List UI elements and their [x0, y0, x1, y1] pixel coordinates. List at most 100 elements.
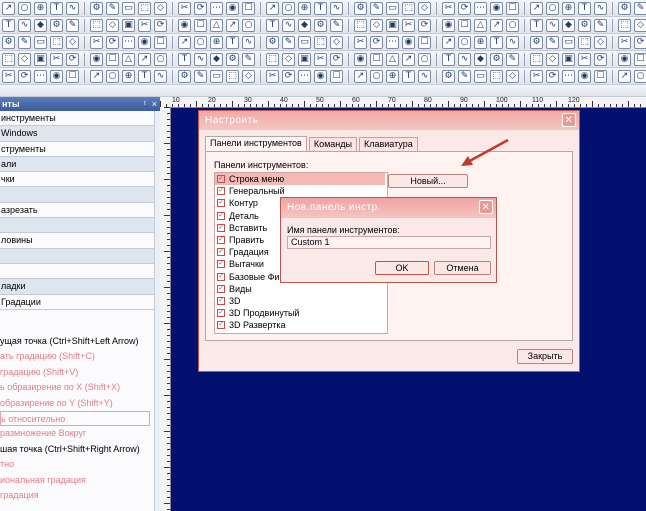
bucket-icon[interactable]: ◉: [226, 1, 239, 15]
checkbox-icon[interactable]: ✓: [217, 272, 225, 281]
window-icon[interactable]: ◆: [210, 52, 223, 66]
grid-icon[interactable]: ⟳: [418, 18, 431, 32]
export-icon[interactable]: ✂: [618, 35, 631, 49]
cross-icon[interactable]: ⬚: [530, 52, 543, 66]
wave-icon[interactable]: ▭: [210, 69, 223, 83]
window-icon[interactable]: ◉: [618, 52, 631, 66]
tab-toolbars[interactable]: Панели инструментов: [205, 136, 307, 152]
table-icon[interactable]: ◇: [18, 52, 31, 66]
circle-icon[interactable]: ⊕: [298, 1, 311, 15]
grid-icon[interactable]: ✎: [330, 18, 343, 32]
cross-icon[interactable]: ⟳: [66, 52, 79, 66]
shape-icon[interactable]: ◆: [562, 18, 575, 32]
link-icon[interactable]: ◇: [242, 69, 255, 83]
cross-icon[interactable]: △: [122, 52, 135, 66]
table-icon[interactable]: ↗: [138, 52, 151, 66]
layers-icon[interactable]: ⚙: [530, 35, 543, 49]
circle-icon[interactable]: ⊕: [34, 1, 47, 15]
grid-icon[interactable]: ○: [194, 35, 207, 49]
grid-icon[interactable]: T: [490, 35, 503, 49]
command-item[interactable]: ать градацию (Shift+C): [0, 349, 160, 364]
arrow-icon[interactable]: ◇: [154, 1, 167, 15]
grid-icon[interactable]: ⋯: [122, 35, 135, 49]
frame-icon[interactable]: ∿: [458, 52, 471, 66]
cross-icon[interactable]: ◆: [474, 52, 487, 66]
layers-icon[interactable]: ∿: [242, 35, 255, 49]
checkbox-icon[interactable]: ✓: [217, 284, 225, 293]
category-item[interactable]: Windows: [0, 126, 160, 142]
grid-icon[interactable]: ⚙: [266, 35, 279, 49]
globe-icon[interactable]: ◉: [314, 69, 327, 83]
arrow-icon[interactable]: ○: [546, 1, 559, 15]
pencil-icon[interactable]: ✂: [402, 18, 415, 32]
grid-icon[interactable]: ▭: [562, 35, 575, 49]
window-icon[interactable]: ⟳: [330, 52, 343, 66]
grid-icon[interactable]: ○: [506, 18, 519, 32]
toolbar-name-input[interactable]: Custom 1: [287, 236, 491, 249]
bucket-icon[interactable]: ⚙: [90, 1, 103, 15]
link-icon[interactable]: ✎: [370, 1, 383, 15]
arrow-icon[interactable]: ○: [18, 1, 31, 15]
star-icon[interactable]: ∿: [506, 35, 519, 49]
export-icon[interactable]: ▭: [34, 35, 47, 49]
frame-icon[interactable]: ☐: [634, 52, 646, 66]
window-icon[interactable]: T: [442, 52, 455, 66]
arrow-icon[interactable]: ◇: [418, 1, 431, 15]
pen-icon[interactable]: ◇: [634, 18, 646, 32]
frame-icon[interactable]: ✂: [578, 52, 591, 66]
circle-icon[interactable]: ⊕: [562, 1, 575, 15]
pen-icon[interactable]: ☐: [458, 18, 471, 32]
film-icon[interactable]: ⟳: [370, 35, 383, 49]
star-icon[interactable]: ◇: [66, 35, 79, 49]
window-icon[interactable]: ✎: [506, 52, 519, 66]
arrow-icon[interactable]: ⟳: [18, 69, 31, 83]
export-icon[interactable]: ◉: [402, 35, 415, 49]
brush-icon[interactable]: ◉: [442, 18, 455, 32]
command-item[interactable]: ь относительно: [0, 410, 150, 427]
shape-icon[interactable]: ◆: [34, 18, 47, 32]
checkbox-icon[interactable]: ✓: [217, 309, 225, 318]
category-item[interactable]: [0, 187, 160, 203]
bucket-icon[interactable]: ↗: [618, 69, 631, 83]
command-item[interactable]: шая точка (Ctrl+Shift+Right Arrow): [0, 442, 160, 457]
pen-icon[interactable]: ☐: [194, 18, 207, 32]
grid-icon[interactable]: ⟳: [154, 18, 167, 32]
window-icon[interactable]: ▣: [34, 52, 47, 66]
grid-icon[interactable]: ✎: [594, 18, 607, 32]
checkbox-icon[interactable]: ✓: [217, 248, 225, 257]
command-item[interactable]: ущая точка (Ctrl+Shift+Left Arrow): [0, 334, 160, 349]
grid-icon[interactable]: ☐: [418, 35, 431, 49]
pen-icon[interactable]: ∿: [546, 18, 559, 32]
star-icon[interactable]: ◉: [138, 35, 151, 49]
grid-icon[interactable]: ⟳: [634, 35, 646, 49]
brush-icon[interactable]: T: [2, 18, 15, 32]
text-icon[interactable]: ∿: [66, 1, 79, 15]
text-icon[interactable]: ✎: [458, 69, 471, 83]
drawing-icon[interactable]: ✂: [266, 69, 279, 83]
category-item[interactable]: ладки: [0, 279, 160, 295]
cross-icon[interactable]: ✎: [242, 52, 255, 66]
globe-icon[interactable]: ⚙: [442, 69, 455, 83]
category-item[interactable]: [0, 218, 160, 234]
window-icon[interactable]: ◉: [90, 52, 103, 66]
table-icon[interactable]: ∿: [194, 52, 207, 66]
pencil-icon[interactable]: ↗: [226, 18, 239, 32]
category-item[interactable]: [0, 264, 160, 280]
frame-icon[interactable]: ⚙: [226, 52, 239, 66]
category-item[interactable]: инструменты: [0, 111, 160, 127]
brush-icon[interactable]: ◉: [178, 18, 191, 32]
wave-icon[interactable]: ⋯: [474, 1, 487, 15]
table-icon[interactable]: ☐: [370, 52, 383, 66]
link-icon[interactable]: ✎: [634, 1, 646, 15]
cross-icon[interactable]: ◉: [354, 52, 367, 66]
drawing-icon[interactable]: T: [138, 69, 151, 83]
ok-button[interactable]: OK: [375, 261, 429, 275]
text-icon[interactable]: ☐: [594, 69, 607, 83]
star-icon[interactable]: ⊕: [210, 35, 223, 49]
window-icon[interactable]: ⬚: [266, 52, 279, 66]
window-icon[interactable]: ○: [154, 52, 167, 66]
table-icon[interactable]: ⚙: [490, 52, 503, 66]
subdialog-close-button[interactable]: ✕: [479, 200, 493, 214]
table-icon[interactable]: ✂: [314, 52, 327, 66]
text-icon[interactable]: ∿: [594, 1, 607, 15]
